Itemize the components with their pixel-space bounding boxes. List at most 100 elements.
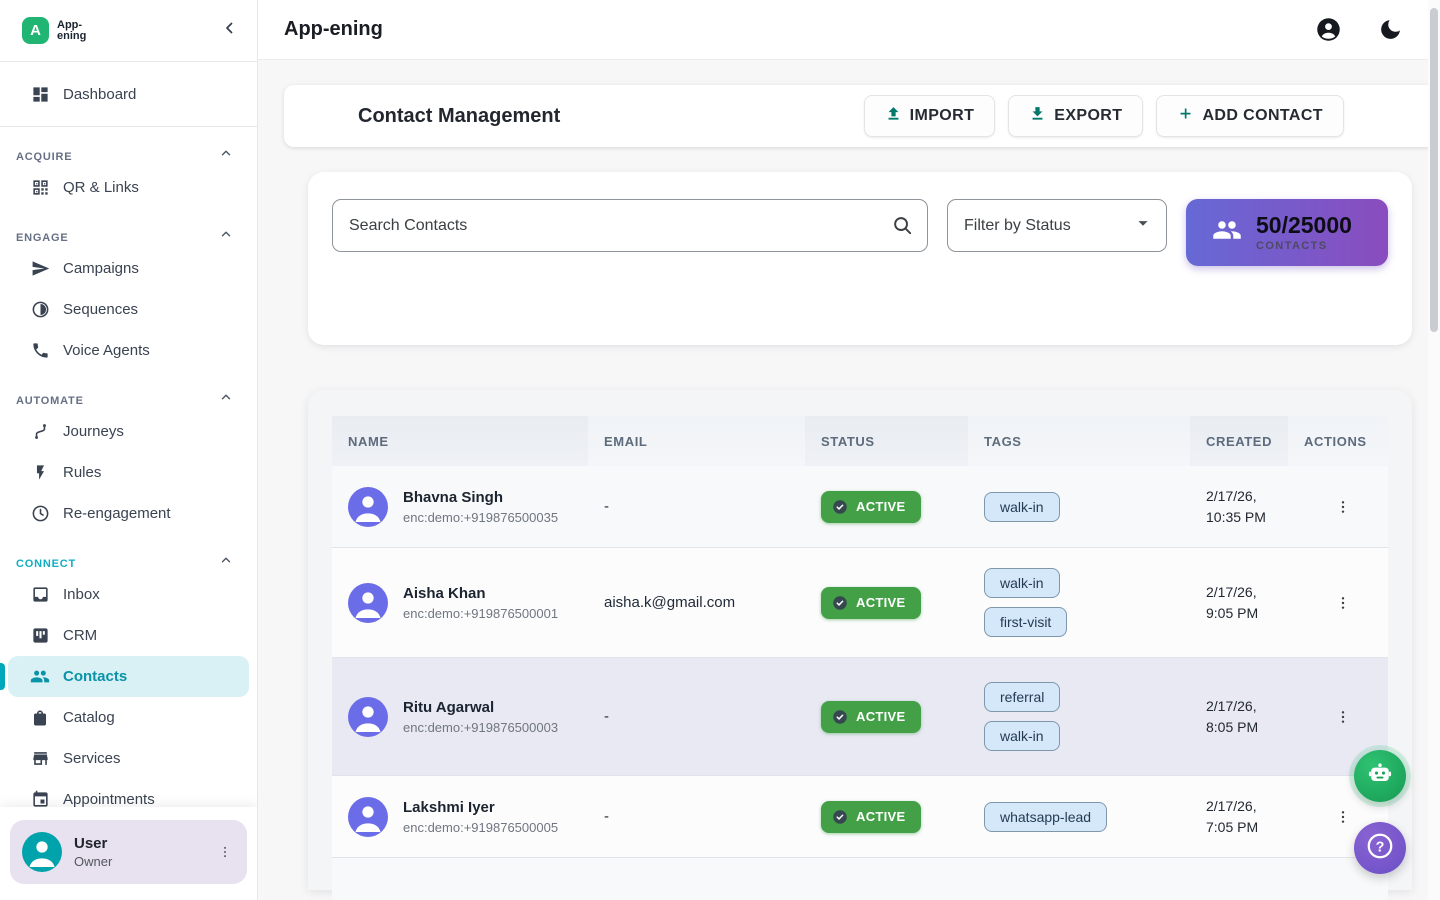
sidebar-item-label: Inbox — [63, 586, 100, 603]
account-button[interactable] — [1314, 16, 1342, 44]
tag-chip: first-visit — [984, 607, 1067, 637]
status-badge: ACTIVE — [821, 801, 921, 833]
sidebar-collapse-button[interactable] — [221, 19, 239, 42]
created-at: 2/17/26,10:35 PM — [1190, 486, 1288, 527]
sidebar-item-label: Catalog — [63, 709, 115, 726]
user-name: User — [74, 835, 112, 852]
contact-phone: enc:demo:+919876500003 — [403, 720, 558, 735]
contact-toolbar: Contact Management IMPORT EXPORT ADD CON… — [284, 85, 1440, 147]
table-row[interactable]: Bhavna Singh enc:demo:+919876500035 - AC… — [332, 466, 1388, 548]
contact-phone: enc:demo:+919876500005 — [403, 820, 558, 835]
user-role: Owner — [74, 854, 112, 869]
contact-email: - — [588, 708, 805, 725]
tag-chip: walk-in — [984, 721, 1060, 751]
section-label: ACQUIRE — [16, 151, 72, 163]
sidebar-item-label: Appointments — [63, 791, 155, 808]
user-avatar — [22, 832, 62, 872]
sidebar: A App- ening Dashboard ACQUIRE QR & Link… — [0, 0, 258, 900]
send-icon — [30, 259, 50, 279]
top-header: App-ening — [258, 0, 1440, 60]
sidebar-item-campaigns[interactable]: Campaigns — [8, 248, 249, 289]
sidebar-item-label: Services — [63, 750, 121, 767]
download-icon — [1029, 105, 1046, 127]
qr-code-icon — [30, 178, 50, 198]
sidebar-item-services[interactable]: Services — [8, 738, 249, 779]
sidebar-item-crm[interactable]: CRM — [8, 615, 249, 656]
import-button[interactable]: IMPORT — [864, 95, 996, 137]
table-row[interactable]: Jyoti Rawat ACTIVE campaign-lead 2/17/26… — [332, 858, 1388, 900]
table-header-row: NAME EMAIL STATUS TAGS CREATED ACTIONS — [332, 416, 1388, 466]
section-label: AUTOMATE — [16, 395, 84, 407]
scrollbar-thumb[interactable] — [1430, 8, 1438, 332]
user-menu-button[interactable] — [213, 840, 237, 864]
scrollbar-track[interactable] — [1428, 0, 1440, 900]
column-header-status[interactable]: STATUS — [805, 416, 968, 466]
sidebar-item-contacts[interactable]: Contacts — [8, 656, 249, 697]
row-actions-menu-button[interactable] — [1330, 590, 1356, 616]
row-actions-menu-button[interactable] — [1330, 704, 1356, 730]
brand-name-top: App- — [57, 20, 86, 31]
import-label: IMPORT — [910, 107, 975, 125]
contact-phone: enc:demo:+919876500001 — [403, 606, 558, 621]
sidebar-item-inbox[interactable]: Inbox — [8, 574, 249, 615]
user-card[interactable]: User Owner — [10, 820, 247, 884]
column-header-tags[interactable]: TAGS — [968, 416, 1190, 466]
section-header-acquire[interactable]: ACQUIRE — [0, 133, 257, 167]
page-title: App-ening — [284, 18, 383, 41]
sidebar-item-label: Voice Agents — [63, 342, 150, 359]
plus-icon — [1177, 105, 1194, 127]
contact-avatar — [348, 487, 388, 527]
kanban-icon — [30, 626, 50, 646]
sidebar-item-catalog[interactable]: Catalog — [8, 697, 249, 738]
sidebar-item-label: Campaigns — [63, 260, 139, 277]
status-filter-label: Filter by Status — [964, 217, 1071, 235]
tag-chip: referral — [984, 682, 1060, 712]
add-contact-label: ADD CONTACT — [1202, 107, 1323, 125]
help-fab[interactable]: ? — [1354, 822, 1406, 874]
sidebar-item-qr-links[interactable]: QR & Links — [8, 167, 249, 208]
row-actions-menu-button[interactable] — [1330, 494, 1356, 520]
sidebar-item-sequences[interactable]: Sequences — [8, 289, 249, 330]
search-input[interactable] — [332, 199, 928, 252]
inbox-icon — [30, 585, 50, 605]
column-header-email[interactable]: EMAIL — [588, 416, 805, 466]
sidebar-item-rules[interactable]: Rules — [8, 452, 249, 493]
export-button[interactable]: EXPORT — [1008, 95, 1143, 137]
status-label: ACTIVE — [856, 595, 905, 610]
shopping-bag-icon — [30, 708, 50, 728]
chatbot-fab[interactable] — [1354, 750, 1406, 802]
export-label: EXPORT — [1054, 107, 1122, 125]
section-header-automate[interactable]: AUTOMATE — [0, 377, 257, 411]
section-header-connect[interactable]: CONNECT — [0, 540, 257, 574]
main-area: App-ening Contact Management IMPORT EXPO… — [258, 0, 1440, 900]
table-row[interactable]: Ritu Agarwal enc:demo:+919876500003 - AC… — [332, 658, 1388, 776]
chevron-up-icon — [219, 553, 233, 570]
sidebar-item-dashboard[interactable]: Dashboard — [8, 72, 249, 116]
row-actions-menu-button[interactable] — [1330, 804, 1356, 830]
sidebar-item-journeys[interactable]: Journeys — [8, 411, 249, 452]
sidebar-item-label: Rules — [63, 464, 101, 481]
sidebar-item-re-engagement[interactable]: Re-engagement — [8, 493, 249, 534]
table-row[interactable]: Aisha Khan enc:demo:+919876500001 aisha.… — [332, 548, 1388, 658]
section-title: Contact Management — [358, 105, 560, 128]
contact-phone: enc:demo:+919876500035 — [403, 510, 558, 525]
dark-mode-toggle[interactable] — [1376, 16, 1404, 44]
contact-email: - — [588, 498, 805, 515]
table-row[interactable]: Lakshmi Iyer enc:demo:+919876500005 - AC… — [332, 776, 1388, 858]
section-header-engage[interactable]: ENGAGE — [0, 214, 257, 248]
robot-icon — [1366, 760, 1394, 793]
section-label: CONNECT — [16, 558, 76, 570]
phone-icon — [30, 341, 50, 361]
sidebar-item-voice-agents[interactable]: Voice Agents — [8, 330, 249, 371]
section-label: ENGAGE — [16, 232, 68, 244]
svg-text:?: ? — [1376, 839, 1385, 855]
column-header-actions[interactable]: ACTIONS — [1288, 416, 1388, 466]
column-header-name[interactable]: NAME — [332, 416, 588, 466]
route-icon — [30, 422, 50, 442]
sidebar-item-label: QR & Links — [63, 179, 139, 196]
contact-avatar — [348, 697, 388, 737]
column-header-created[interactable]: CREATED — [1190, 416, 1288, 466]
chevron-up-icon — [219, 390, 233, 407]
add-contact-button[interactable]: ADD CONTACT — [1156, 95, 1344, 137]
status-filter-select[interactable]: Filter by Status — [947, 199, 1167, 252]
